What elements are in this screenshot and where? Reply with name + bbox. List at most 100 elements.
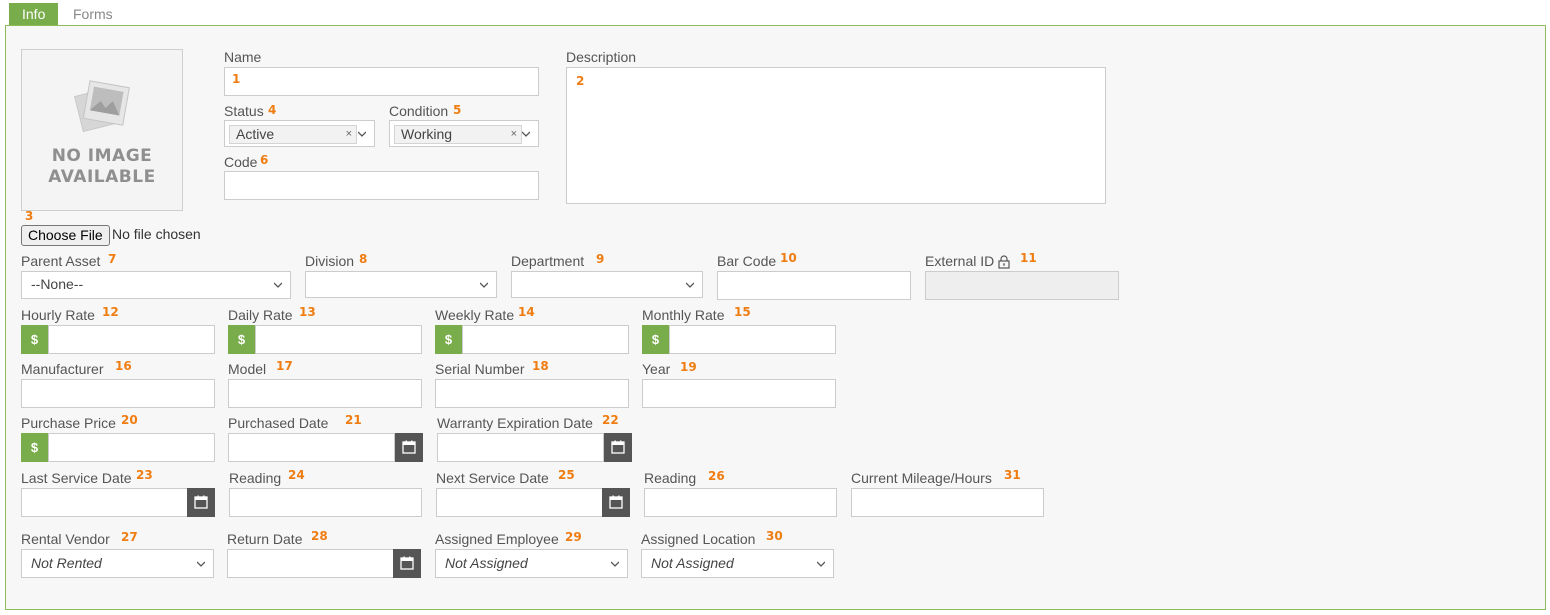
reading-1-input[interactable]: [229, 488, 422, 517]
assigned-location-num: 30: [766, 529, 783, 543]
parent-asset-label: Parent Asset: [21, 253, 101, 269]
assigned-location-label: Assigned Location: [641, 531, 756, 547]
department-num: 9: [596, 252, 605, 266]
daily-rate-input[interactable]: [255, 325, 422, 354]
warranty-expiration-input[interactable]: [437, 433, 604, 462]
code-num: 6: [260, 153, 269, 167]
serial-number-input[interactable]: [435, 379, 629, 408]
name-input[interactable]: [224, 67, 539, 96]
purchased-date-label: Purchased Date: [228, 415, 329, 431]
external-id-input: [925, 271, 1119, 300]
purchase-price-num: 20: [121, 413, 138, 427]
current-mileage-input[interactable]: [851, 488, 1044, 517]
dollar-addon: $: [21, 325, 48, 354]
current-mileage-num: 31: [1004, 468, 1021, 482]
last-service-date-input[interactable]: [21, 488, 188, 517]
chevron-down-icon: [274, 282, 282, 288]
status-label: Status: [224, 103, 264, 119]
last-service-calendar-button[interactable]: [187, 488, 215, 517]
warranty-calendar-button[interactable]: [604, 433, 632, 462]
status-clear-icon[interactable]: ×: [346, 126, 352, 143]
description-textarea[interactable]: [566, 67, 1106, 204]
chevron-down-icon: [611, 561, 619, 567]
reading-2-input[interactable]: [644, 488, 837, 517]
assigned-employee-label: Assigned Employee: [435, 531, 559, 547]
assigned-employee-select[interactable]: Not Assigned: [435, 549, 628, 578]
division-select[interactable]: [305, 271, 497, 298]
calendar-icon: [611, 440, 625, 454]
warranty-expiration-label: Warranty Expiration Date: [437, 415, 593, 431]
bar-code-num: 10: [780, 251, 797, 265]
assigned-location-select[interactable]: Not Assigned: [641, 549, 834, 578]
chevron-down-icon: [686, 282, 694, 288]
model-num: 17: [276, 359, 293, 373]
rental-vendor-select[interactable]: Not Rented: [21, 549, 214, 578]
parent-asset-value: --None--: [31, 276, 84, 292]
tab-forms[interactable]: Forms: [60, 3, 126, 26]
model-input[interactable]: [228, 379, 422, 408]
last-service-date-label: Last Service Date: [21, 470, 132, 486]
bar-code-input[interactable]: [717, 271, 911, 300]
external-id-num: 11: [1020, 251, 1037, 265]
status-tag: Active ×: [229, 125, 357, 144]
reading-2-num: 26: [708, 469, 725, 483]
rental-vendor-label: Rental Vendor: [21, 531, 110, 547]
next-service-date-num: 25: [558, 468, 575, 482]
name-num: 1: [232, 72, 241, 86]
daily-rate-label: Daily Rate: [228, 307, 293, 323]
chevron-down-icon: [358, 131, 366, 137]
hourly-rate-label: Hourly Rate: [21, 307, 95, 323]
department-select[interactable]: [511, 271, 703, 298]
weekly-rate-label: Weekly Rate: [435, 307, 515, 323]
status-select[interactable]: Active ×: [224, 120, 375, 147]
bar-code-label: Bar Code: [717, 253, 777, 269]
calendar-icon: [402, 440, 416, 454]
year-label: Year: [642, 361, 671, 377]
current-mileage-label: Current Mileage/Hours: [851, 470, 992, 486]
chevron-down-icon: [197, 561, 205, 567]
rental-vendor-num: 27: [121, 530, 138, 544]
lock-icon: [998, 255, 1010, 269]
status-value: Active: [236, 126, 275, 142]
chevron-down-icon: [522, 131, 530, 137]
purchased-date-calendar-button[interactable]: [395, 433, 423, 462]
purchase-price-input[interactable]: [48, 433, 215, 462]
hourly-rate-input[interactable]: [48, 325, 215, 354]
return-date-input[interactable]: [227, 549, 394, 578]
reading-2-label: Reading: [644, 470, 697, 486]
manufacturer-input[interactable]: [21, 379, 215, 408]
department-label: Department: [511, 253, 585, 269]
calendar-icon: [609, 495, 623, 509]
assigned-location-value: Not Assigned: [651, 555, 734, 571]
condition-label: Condition: [389, 103, 449, 119]
warranty-expiration-num: 22: [602, 413, 619, 427]
year-num: 19: [680, 360, 697, 374]
condition-num: 5: [453, 103, 462, 117]
weekly-rate-num: 14: [518, 305, 535, 319]
asset-image-placeholder: NO IMAGE AVAILABLE: [21, 49, 183, 211]
code-input[interactable]: [224, 171, 539, 200]
purchase-price-label: Purchase Price: [21, 415, 116, 431]
daily-rate-num: 13: [299, 305, 316, 319]
tab-info[interactable]: Info: [9, 3, 59, 26]
purchased-date-input[interactable]: [228, 433, 395, 462]
weekly-rate-input[interactable]: [462, 325, 629, 354]
no-image-line2: AVAILABLE: [48, 167, 156, 187]
division-num: 8: [359, 252, 368, 266]
parent-asset-select[interactable]: --None--: [21, 271, 291, 299]
last-service-date-num: 23: [136, 468, 153, 482]
condition-clear-icon[interactable]: ×: [511, 126, 517, 143]
next-service-date-input[interactable]: [436, 488, 603, 517]
dollar-addon: $: [435, 325, 462, 354]
name-label: Name: [224, 49, 262, 65]
year-input[interactable]: [642, 379, 836, 408]
description-num: 2: [576, 74, 585, 88]
external-id-label: External ID: [925, 253, 995, 269]
condition-select[interactable]: Working ×: [389, 120, 539, 147]
return-date-calendar-button[interactable]: [393, 549, 421, 578]
choose-file-button[interactable]: Choose File: [21, 225, 110, 246]
chevron-down-icon: [817, 561, 825, 567]
monthly-rate-input[interactable]: [669, 325, 836, 354]
next-service-calendar-button[interactable]: [602, 488, 630, 517]
dollar-addon: $: [21, 433, 48, 462]
